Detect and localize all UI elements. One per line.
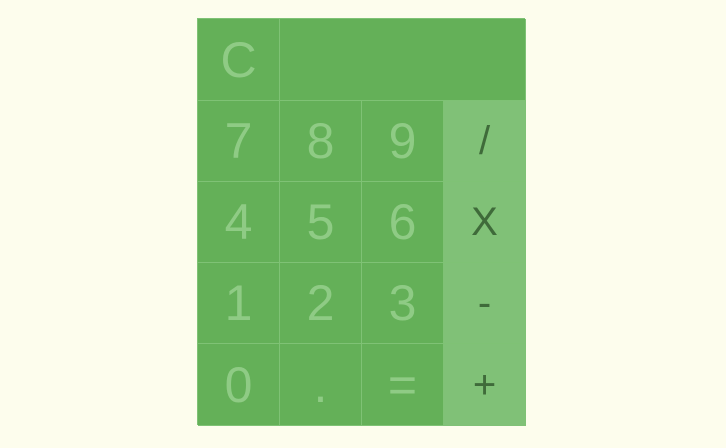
divide-button[interactable]: / (444, 101, 526, 182)
multiply-button[interactable]: X (444, 182, 526, 263)
digit-5-button[interactable]: 5 (280, 182, 362, 263)
digit-2-button[interactable]: 2 (280, 263, 362, 344)
subtract-button[interactable]: - (444, 263, 526, 344)
add-button[interactable]: + (444, 344, 526, 426)
digit-9-button[interactable]: 9 (362, 101, 444, 182)
digit-6-button[interactable]: 6 (362, 182, 444, 263)
equals-button[interactable]: = (362, 344, 444, 426)
digit-7-button[interactable]: 7 (198, 101, 280, 182)
digit-8-button[interactable]: 8 (280, 101, 362, 182)
clear-button[interactable]: C (198, 19, 280, 101)
decimal-button[interactable]: . (280, 344, 362, 426)
calculator: C 7 8 9 / 4 5 6 X 1 2 3 - 0 . = + (197, 18, 526, 426)
digit-4-button[interactable]: 4 (198, 182, 280, 263)
digit-3-button[interactable]: 3 (362, 263, 444, 344)
digit-0-button[interactable]: 0 (198, 344, 280, 426)
digit-1-button[interactable]: 1 (198, 263, 280, 344)
calculator-display (280, 19, 526, 101)
